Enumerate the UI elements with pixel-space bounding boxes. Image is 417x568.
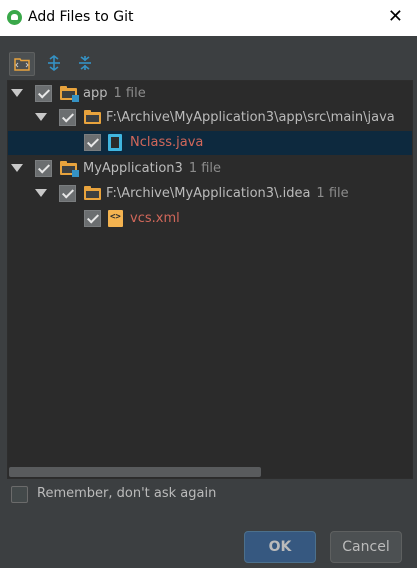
tree-row-nclass[interactable]: Nclass.java xyxy=(8,131,412,155)
remember-label: Remember, don't ask again xyxy=(37,486,217,501)
collapse-all-button[interactable] xyxy=(73,52,97,74)
checkbox-myapplication3[interactable] xyxy=(35,160,52,177)
tree-node-label: vcs.xml xyxy=(130,211,180,226)
expand-arrow-icon[interactable] xyxy=(35,189,47,197)
title-bar: Add Files to Git ✕ xyxy=(0,0,417,36)
ok-button[interactable]: OK xyxy=(244,531,316,563)
tree-row-idea-path[interactable]: F:\Archive\MyApplication3\.idea 1 file xyxy=(8,182,412,206)
tree-node-label: Nclass.java xyxy=(130,135,204,150)
collapse-all-icon xyxy=(79,56,91,70)
group-by-directory-button[interactable] xyxy=(9,52,35,76)
folder-icon xyxy=(84,110,101,124)
module-folder-icon xyxy=(60,86,79,102)
tree-row-java-path[interactable]: F:\Archive\MyApplication3\app\src\main\j… xyxy=(8,106,412,130)
android-studio-icon xyxy=(7,10,22,25)
tree-node-label: MyApplication3 1 file xyxy=(83,161,222,176)
checkbox-nclass[interactable] xyxy=(84,134,101,151)
java-file-icon xyxy=(108,134,122,151)
checkbox-vcs-xml[interactable] xyxy=(84,210,101,227)
tree-node-label: app 1 file xyxy=(83,86,146,101)
remember-checkbox[interactable] xyxy=(11,486,28,503)
horizontal-scrollbar[interactable] xyxy=(9,467,261,477)
close-icon[interactable]: ✕ xyxy=(388,6,403,27)
expand-all-button[interactable] xyxy=(42,52,66,74)
expand-arrow-icon[interactable] xyxy=(35,113,47,121)
expand-arrow-icon[interactable] xyxy=(11,89,23,97)
tree-row-vcs-xml[interactable]: <> vcs.xml xyxy=(8,207,412,231)
checkbox-app[interactable] xyxy=(35,85,52,102)
tree-node-label: F:\Archive\MyApplication3\.idea 1 file xyxy=(106,186,349,201)
module-folder-icon xyxy=(60,161,79,177)
file-tree[interactable]: app 1 file F:\Archive\MyApplication3\app\… xyxy=(7,80,413,479)
xml-file-icon: <> xyxy=(108,210,123,227)
checkbox-java-path[interactable] xyxy=(59,109,76,126)
checkbox-idea-path[interactable] xyxy=(59,185,76,202)
dialog-title: Add Files to Git xyxy=(28,9,134,25)
tree-row-app[interactable]: app 1 file xyxy=(8,82,412,106)
expand-arrow-icon[interactable] xyxy=(11,164,23,172)
group-by-directory-icon xyxy=(14,58,30,71)
tree-row-myapplication3[interactable]: MyApplication3 1 file xyxy=(8,157,412,181)
folder-icon xyxy=(84,186,101,200)
expand-all-icon xyxy=(48,55,60,71)
cancel-button[interactable]: Cancel xyxy=(330,531,402,563)
tree-node-label: F:\Archive\MyApplication3\app\src\main\j… xyxy=(106,110,395,125)
